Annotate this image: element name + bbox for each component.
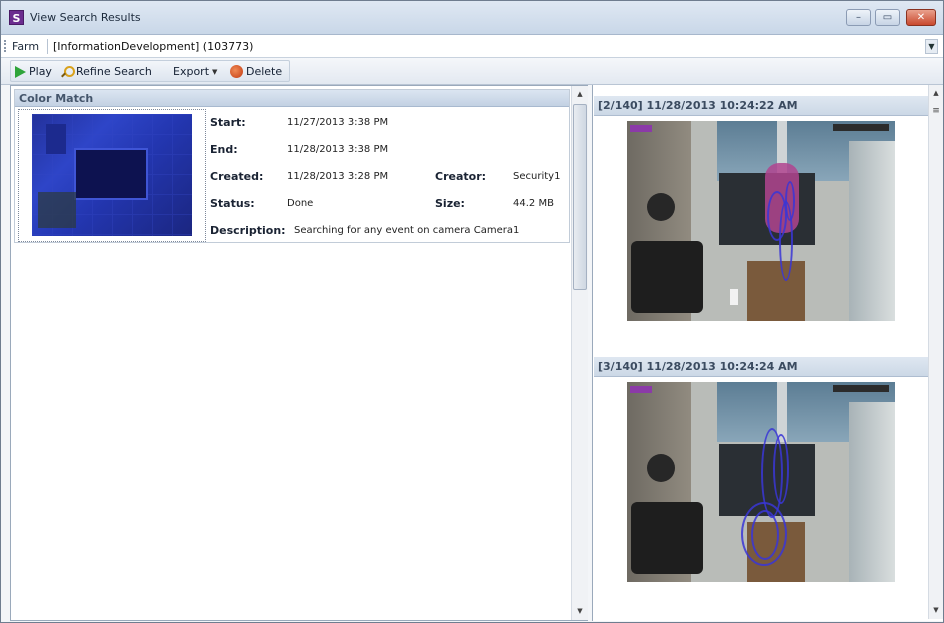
- frame-header: [2/140] 11/28/2013 10:24:22 AM: [594, 96, 929, 116]
- play-button[interactable]: Play: [15, 65, 52, 78]
- farm-label: Farm: [12, 40, 40, 53]
- status-label: Status:: [210, 197, 255, 210]
- end-label: End:: [210, 143, 238, 156]
- app-icon: S: [9, 10, 24, 25]
- chevron-down-icon: ▼: [212, 67, 218, 76]
- play-label: Play: [29, 65, 52, 78]
- start-label: Start:: [210, 116, 246, 129]
- refine-search-label: Refine Search: [76, 65, 152, 78]
- frame-timestamp: [2/140] 11/28/2013 10:24:22 AM: [598, 99, 798, 112]
- created-value: 11/28/2013 3:28 PM: [287, 171, 389, 182]
- export-button[interactable]: Export ▼: [173, 65, 217, 78]
- end-value: 11/28/2013 3:38 PM: [287, 144, 389, 155]
- result-thumbnail: [32, 114, 192, 236]
- camera-logo-icon: [630, 125, 652, 132]
- delete-button[interactable]: Delete: [230, 65, 282, 78]
- delete-label: Delete: [246, 65, 283, 78]
- frame-timestamp: [3/140] 11/28/2013 10:24:24 AM: [598, 360, 798, 373]
- scroll-up-icon[interactable]: ▲: [572, 86, 588, 103]
- play-icon: [15, 65, 26, 78]
- description-label: Description:: [210, 224, 286, 237]
- result-thumbnail-frame[interactable]: [18, 109, 206, 242]
- minimize-button[interactable]: –: [846, 9, 871, 26]
- farm-dropdown-icon[interactable]: ▼: [925, 39, 938, 54]
- window-title: View Search Results: [30, 11, 141, 24]
- magnifier-icon: [61, 65, 75, 78]
- status-value: Done: [287, 198, 314, 209]
- created-label: Created:: [210, 170, 264, 183]
- preview-scrollbar[interactable]: ▲ ≡ ▼: [928, 85, 943, 619]
- frame-header: [3/140] 11/28/2013 10:24:24 AM: [594, 357, 929, 377]
- creator-label: Creator:: [435, 170, 487, 183]
- farm-separator: [47, 39, 48, 54]
- result-card[interactable]: Color Match Start: 11/27/2013 3:38 PM En…: [14, 89, 570, 243]
- scroll-down-icon[interactable]: ▼: [929, 602, 943, 619]
- delete-icon: [230, 65, 243, 78]
- toolbar-group: Play Refine Search Export ▼ Delete: [10, 60, 290, 82]
- frame-preview-pane[interactable]: [2/140] 11/28/2013 10:24:22 AM [3/140] 1…: [592, 85, 943, 621]
- size-value: 44.2 MB: [513, 198, 554, 209]
- result-card-header: Color Match: [15, 90, 569, 107]
- result-title: Color Match: [19, 92, 94, 105]
- maximize-button[interactable]: ▭: [875, 9, 900, 26]
- camera-logo-icon: [630, 386, 652, 393]
- scroll-up-icon[interactable]: ▲: [929, 85, 943, 102]
- start-value: 11/27/2013 3:38 PM: [287, 117, 389, 128]
- farm-selector[interactable]: [InformationDevelopment] (103773): [53, 40, 253, 53]
- camera-timestamp-overlay: [833, 385, 889, 392]
- title-bar: S View Search Results – ▭ ✕: [1, 1, 943, 35]
- action-toolbar: Play Refine Search Export ▼ Delete: [1, 58, 943, 85]
- scroll-grip-icon[interactable]: ≡: [929, 103, 943, 120]
- results-scroll-thumb[interactable]: [573, 104, 587, 290]
- search-results-list[interactable]: Color Match Start: 11/27/2013 3:38 PM En…: [10, 85, 588, 621]
- results-scrollbar[interactable]: ▲ ▼: [571, 86, 588, 620]
- scroll-down-icon[interactable]: ▼: [572, 603, 588, 620]
- description-value: Searching for any event on camera Camera…: [294, 225, 520, 236]
- export-label: Export: [173, 65, 210, 78]
- frame-image[interactable]: [627, 121, 895, 321]
- view-search-results-window: S View Search Results – ▭ ✕ Farm [Inform…: [0, 0, 944, 623]
- toolbar-grip-icon[interactable]: [4, 40, 7, 52]
- farm-bar: Farm [InformationDevelopment] (103773) ▼: [1, 35, 943, 58]
- size-label: Size:: [435, 197, 465, 210]
- creator-value: Security1: [513, 171, 561, 182]
- close-button[interactable]: ✕: [906, 9, 936, 26]
- refine-search-button[interactable]: Refine Search: [61, 65, 152, 78]
- frame-image[interactable]: [627, 382, 895, 582]
- camera-timestamp-overlay: [833, 124, 889, 131]
